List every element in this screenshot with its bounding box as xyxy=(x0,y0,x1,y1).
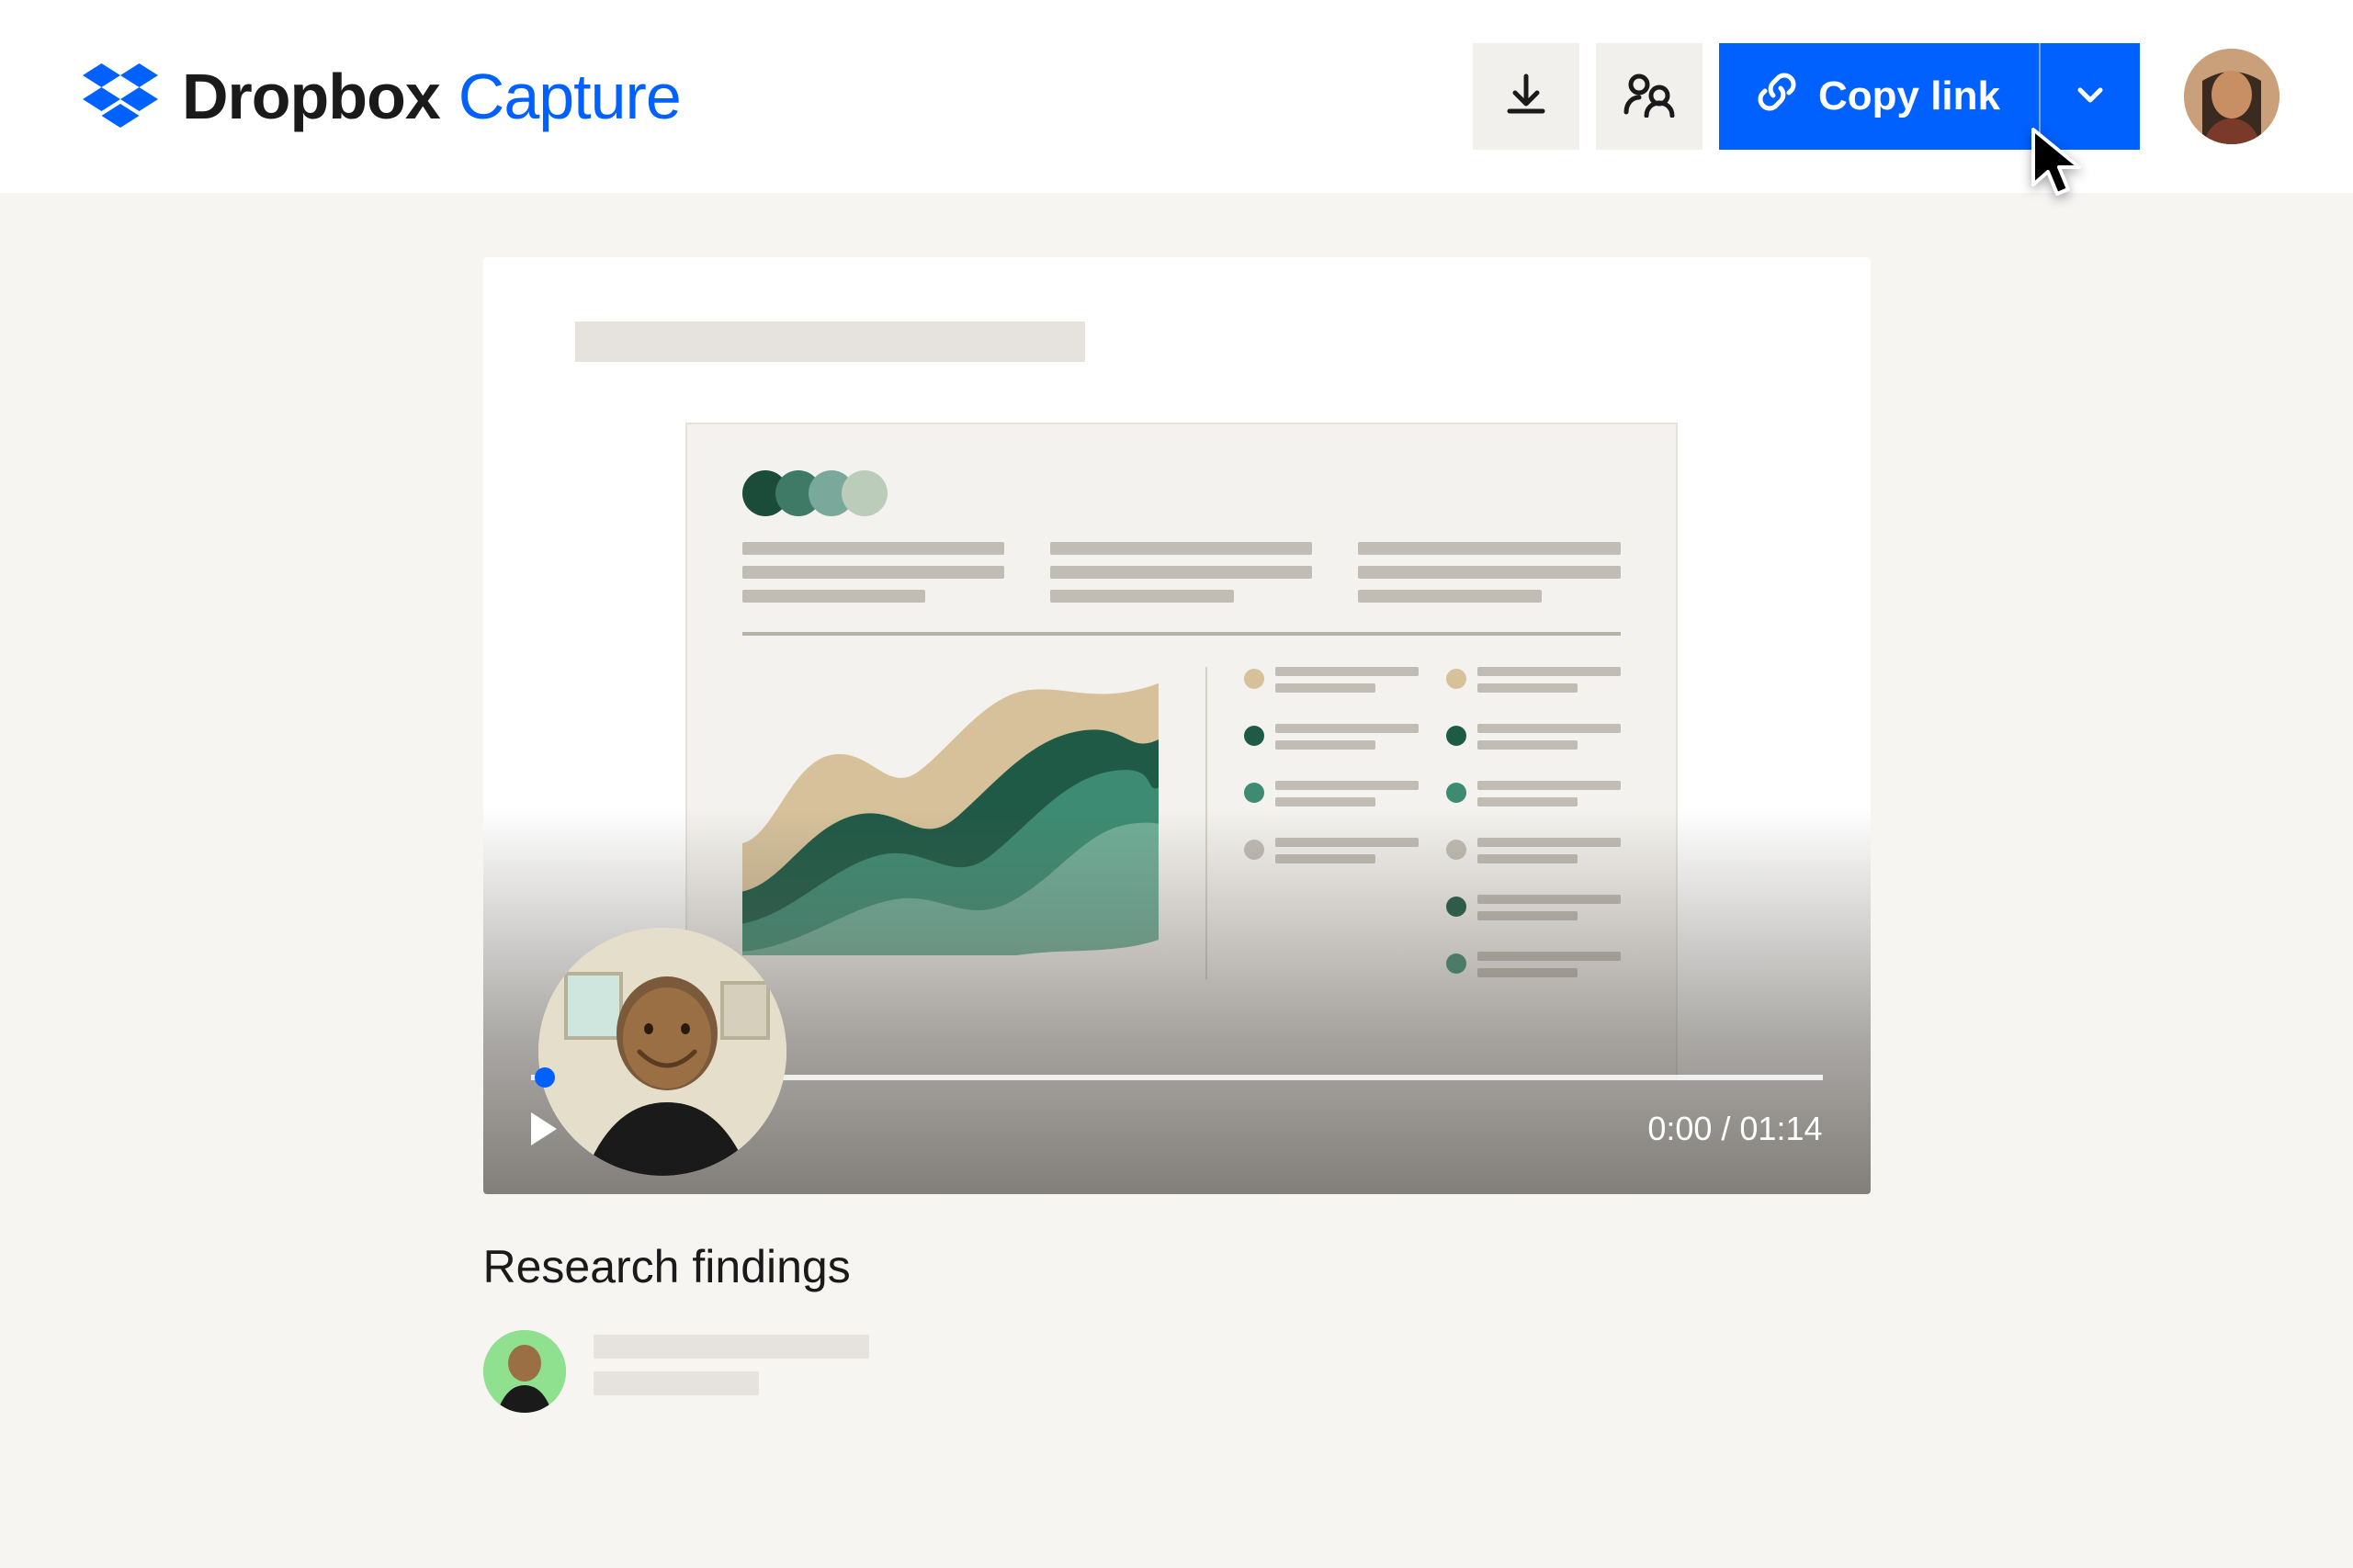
app-header: Dropbox Capture xyxy=(0,0,2353,193)
play-button[interactable] xyxy=(531,1112,557,1145)
share-people-icon xyxy=(1623,72,1676,122)
brand-secondary: Capture xyxy=(458,60,681,133)
author-meta-placeholder xyxy=(594,1335,869,1408)
copy-link-group: Copy link xyxy=(1719,43,2140,150)
brand-primary: Dropbox xyxy=(182,60,440,133)
document-title-placeholder xyxy=(575,321,1085,362)
brand-text: Dropbox Capture xyxy=(182,60,681,133)
video-title: Research findings xyxy=(483,1240,1871,1293)
copy-link-label: Copy link xyxy=(1818,73,2000,119)
legend-item xyxy=(1446,724,1621,757)
legend-item xyxy=(1446,667,1621,700)
main-content: 1.00x 0:00 / 01:14 Research findings xyxy=(0,193,2353,1413)
download-icon xyxy=(1502,71,1550,123)
chevron-down-icon xyxy=(2075,79,2106,115)
copy-link-dropdown[interactable] xyxy=(2039,43,2140,150)
author-row xyxy=(483,1330,1871,1413)
palette-dots xyxy=(742,470,1621,516)
legend-item xyxy=(1244,667,1419,700)
brand: Dropbox Capture xyxy=(83,60,681,133)
dropbox-logo-icon xyxy=(83,63,158,130)
palette-dot xyxy=(842,470,888,516)
video-player: 1.00x 0:00 / 01:14 xyxy=(483,257,1871,1194)
download-button[interactable] xyxy=(1473,43,1579,150)
video-time-display: 0:00 / 01:14 xyxy=(1647,1110,1822,1148)
share-button[interactable] xyxy=(1596,43,1703,150)
summary-columns xyxy=(742,542,1621,614)
header-actions: Copy link xyxy=(1473,43,2279,150)
copy-link-button[interactable]: Copy link xyxy=(1719,43,2039,150)
legend-item xyxy=(1244,724,1419,757)
link-icon xyxy=(1758,73,1796,121)
video-progress-knob[interactable] xyxy=(535,1067,555,1088)
user-avatar[interactable] xyxy=(2184,49,2279,144)
author-avatar[interactable] xyxy=(483,1330,566,1413)
presenter-camera-bubble xyxy=(538,928,786,1176)
divider xyxy=(742,632,1621,636)
